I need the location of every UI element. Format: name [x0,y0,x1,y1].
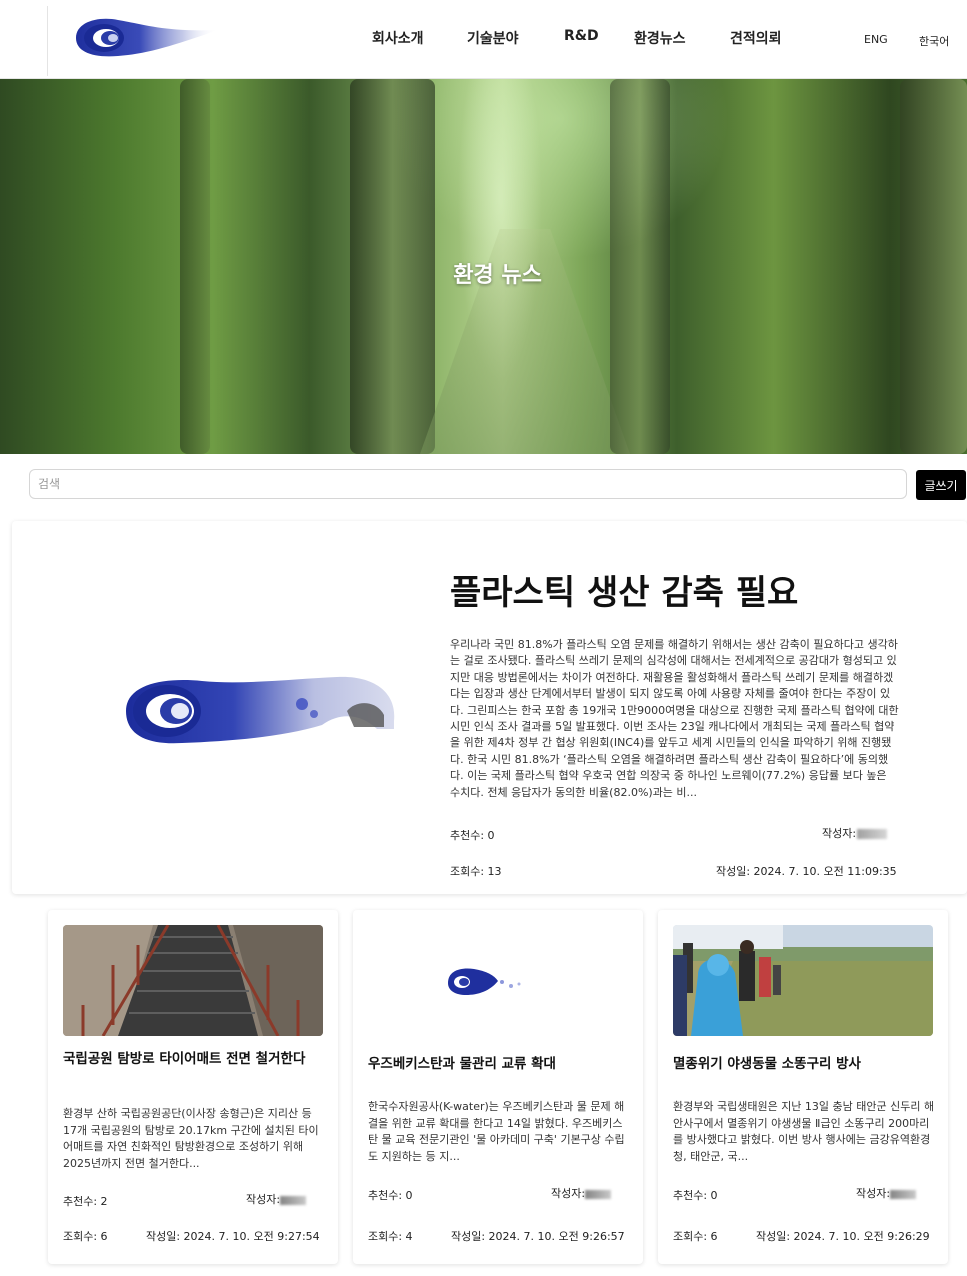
nav-rnd[interactable]: R&D [564,28,599,44]
featured-thumbnail [122,671,407,751]
card-excerpt: 한국수자원공사(K-water)는 우즈베키스탄과 물 문제 해결을 위한 교류… [368,1100,625,1163]
card-title[interactable]: 멸종위기 야생동물 소똥구리 방사 [673,1055,935,1074]
search-input[interactable] [29,469,907,499]
featured-recommend-count: 추천수: 0 [450,829,495,842]
card-recommend-count: 추천수: 0 [673,1189,718,1202]
news-card[interactable]: 우즈베키스탄과 물관리 교류 확대 한국수자원공사(K-water)는 우즈베키… [353,910,643,1264]
featured-excerpt: 우리나라 국민 81.8%가 플라스틱 오염 문제를 해결하기 위해서는 생산 … [450,638,899,799]
author-name-redacted [585,1189,612,1199]
card-image-logo [368,925,628,1036]
featured-date: 작성일: 2024. 7. 10. 오전 11:09:35 [716,865,897,878]
card-date: 작성일: 2024. 7. 10. 오전 9:26:29 [756,1230,930,1243]
company-logo[interactable] [68,10,228,66]
card-image-field-release [673,925,933,1036]
nav-technology[interactable]: 기술분야 [467,28,519,48]
featured-title[interactable]: 플라스틱 생산 감축 필요 [450,565,798,614]
card-date: 작성일: 2024. 7. 10. 오전 9:26:57 [451,1230,625,1243]
featured-article[interactable]: 플라스틱 생산 감축 필요 우리나라 국민 81.8%가 플라스틱 오염 문제를… [12,521,967,894]
card-view-count: 조회수: 6 [673,1230,718,1243]
featured-view-count: 조회수: 13 [450,865,502,878]
write-post-button[interactable]: 글쓰기 [916,470,966,500]
author-name-redacted [857,829,888,839]
card-image-bridge [63,925,323,1036]
card-author: 작성자: [856,1185,917,1201]
header-divider [47,6,48,76]
lang-eng-link[interactable]: ENG [864,33,888,46]
card-author: 작성자: [551,1185,612,1201]
nav-company[interactable]: 회사소개 [372,28,424,48]
card-title[interactable]: 우즈베키스탄과 물관리 교류 확대 [368,1055,630,1074]
card-view-count: 조회수: 6 [63,1230,108,1243]
card-excerpt: 환경부 산하 국립공원공단(이사장 송형근)은 지리산 등 17개 국립공원의 … [63,1107,319,1170]
featured-author: 작성자: [822,825,888,841]
card-recommend-count: 추천수: 2 [63,1195,108,1208]
nav-env-news[interactable]: 환경뉴스 [634,28,686,48]
hero-title: 환경 뉴스 [453,263,542,288]
card-date: 작성일: 2024. 7. 10. 오전 9:27:54 [146,1230,320,1243]
author-name-redacted [890,1189,917,1199]
news-card[interactable]: 멸종위기 야생동물 소똥구리 방사 환경부와 국립생태원은 지난 13일 충남 … [658,910,948,1264]
card-title[interactable]: 국립공원 탐방로 타이어매트 전면 철거한다 [63,1050,325,1069]
card-recommend-count: 추천수: 0 [368,1189,413,1202]
hero-banner: 환경 뉴스 [0,79,967,454]
lang-kor-link[interactable]: 한국어 [919,33,949,49]
card-excerpt: 환경부와 국립생태원은 지난 13일 충남 태안군 신두리 해안사구에서 멸종위… [673,1100,935,1163]
card-author: 작성자: [246,1191,307,1207]
card-view-count: 조회수: 4 [368,1230,413,1243]
author-name-redacted [280,1195,307,1205]
news-card[interactable]: 국립공원 탐방로 타이어매트 전면 철거한다 환경부 산하 국립공원공단(이사장… [48,910,338,1264]
nav-quote[interactable]: 견적의뢰 [730,28,782,48]
site-header: 회사소개 기술분야 R&D 환경뉴스 견적의뢰 ENG 한국어 [0,0,967,79]
